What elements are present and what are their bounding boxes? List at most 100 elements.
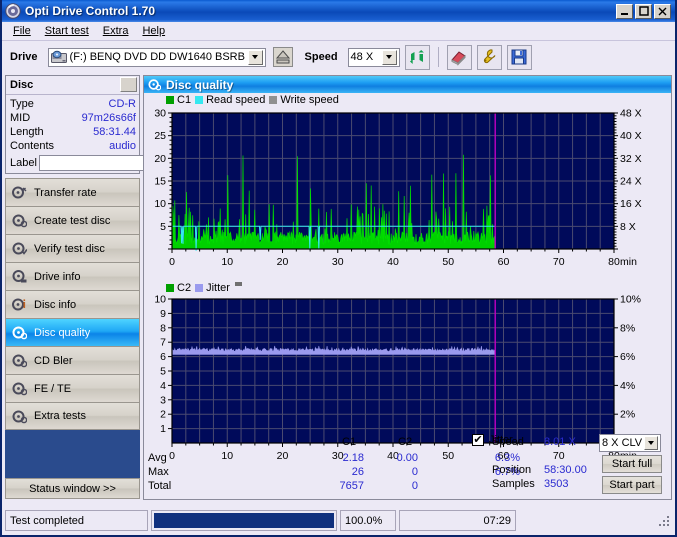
- sidebar-item-fe-te-label: FE / TE: [34, 382, 72, 395]
- start-full-button-label: Start full: [611, 458, 653, 470]
- sidebar-item-disc-quality[interactable]: Disc quality: [5, 318, 140, 346]
- stats-row-avg-c1: 2.18: [342, 452, 364, 464]
- start-full-button[interactable]: Start full: [602, 455, 662, 473]
- transfer-rate-icon: [12, 185, 27, 200]
- legend-write-speed: Write speed: [269, 94, 339, 106]
- svg-text:2: 2: [160, 409, 166, 421]
- menu-start-test[interactable]: Start test: [38, 23, 96, 39]
- svg-text:8 X: 8 X: [620, 221, 636, 233]
- panel-title: Disc quality: [166, 77, 234, 92]
- panel-disc-quality-icon: [148, 78, 162, 91]
- app-window: Opti Drive Control 1.70 File Start test …: [0, 0, 677, 537]
- sidebar-item-disc-info-label: Disc info: [34, 298, 77, 311]
- svg-text:20: 20: [277, 256, 289, 268]
- menu-start-test-label: Start test: [44, 25, 89, 37]
- sidebar-item-drive-info[interactable]: Drive info: [5, 262, 140, 290]
- speed-value: 8.01 X: [544, 436, 576, 448]
- stats-row-avg-label: Avg: [148, 452, 167, 464]
- eject-button[interactable]: [270, 44, 296, 70]
- stats-row-total-label: Total: [148, 480, 172, 492]
- svg-text:5: 5: [160, 366, 166, 378]
- disc-info-icon: [12, 297, 27, 312]
- legend-write-speed-swatch: [269, 96, 278, 104]
- drive-dropdown-arrow[interactable]: [247, 49, 263, 65]
- svg-text:6%: 6%: [620, 351, 635, 363]
- legend-jitter-swatch: [195, 284, 204, 292]
- menu-help[interactable]: Help: [135, 23, 172, 39]
- stats-row-avg-c2: 0.00: [396, 452, 418, 464]
- c1-plot-svg: 5 10 15 20 25 30 8 X 16 X 24 X 32 X 40 X 48 X 0 10 20 3…: [154, 108, 642, 269]
- left-sidebar: Disc Type CD-R MID 97m26s66f Length 58:3…: [2, 73, 207, 502]
- write-mode-select[interactable]: 8 X CLV: [599, 434, 661, 452]
- sidebar-item-transfer-rate-label: Transfer rate: [34, 186, 97, 199]
- disc-field-list: Type CD-R MID 97m26s66f Length 58:31.44 …: [6, 95, 207, 173]
- tools-button[interactable]: [476, 44, 502, 70]
- extra-tests-icon: [12, 409, 28, 424]
- svg-text:48 X: 48 X: [620, 108, 642, 120]
- sidebar-item-transfer-rate[interactable]: Transfer rate: [5, 178, 140, 206]
- save-button[interactable]: [506, 44, 532, 70]
- sidebar-item-verify-test-disc[interactable]: Verify test disc: [5, 234, 140, 262]
- drive-select[interactable]: (F:) BENQ DVD DD DW1640 BSRB: [47, 47, 266, 67]
- speed-dropdown-arrow[interactable]: [381, 49, 397, 65]
- resize-grip[interactable]: [657, 514, 671, 528]
- disc-field-mid-key: MID: [10, 112, 31, 124]
- close-button[interactable]: [654, 3, 671, 19]
- stats-row-total-c2: 0: [411, 480, 418, 492]
- menu-extra[interactable]: Extra: [96, 23, 136, 39]
- menu-bar: File Start test Extra Help: [2, 22, 675, 41]
- stats-row-total-c1: 7657: [339, 480, 364, 492]
- sidebar-item-disc-quality-label: Disc quality: [34, 326, 91, 339]
- sidebar-item-verify-test-disc-label: Verify test disc: [34, 242, 105, 255]
- c1-plot[interactable]: 5 10 15 20 25 30 8 X 16 X 24 X 32 X 40 X 48 X 0 10 20 3…: [144, 107, 671, 279]
- disc-field-type-value: CD-R: [108, 98, 137, 110]
- maximize-button[interactable]: [635, 3, 652, 19]
- minimize-button[interactable]: [616, 3, 633, 19]
- speed-value: 48 X: [350, 51, 374, 63]
- sidebar-item-create-test-disc-label: Create test disc: [34, 214, 111, 227]
- disc-box-collapse-button[interactable]: [120, 77, 137, 92]
- samples-key: Samples: [492, 478, 535, 490]
- c2-chart-legend: C2 Jitter: [144, 281, 671, 295]
- svg-text:32 X: 32 X: [620, 153, 642, 165]
- svg-text:9: 9: [160, 308, 166, 320]
- create-test-disc-icon: [12, 213, 28, 228]
- legend-jitter: Jitter: [195, 282, 242, 294]
- status-window-button[interactable]: Status window >>: [5, 478, 140, 499]
- legend-read-speed: Read speed: [195, 94, 265, 106]
- jitter-checkbox[interactable]: ✔: [472, 434, 484, 446]
- svg-text:15: 15: [154, 176, 166, 188]
- legend-read-speed-swatch: [195, 96, 204, 104]
- drive-icon: [50, 50, 67, 64]
- fe-te-icon: [12, 381, 28, 396]
- speed-select[interactable]: 48 X: [347, 47, 400, 67]
- speed-key: Speed: [492, 436, 524, 448]
- disc-field-contents-value: audio: [109, 140, 136, 152]
- legend-jitter-marker: [234, 282, 242, 286]
- main-body: Disc Type CD-R MID 97m26s66f Length 58:3…: [2, 73, 675, 502]
- write-mode-dropdown-arrow[interactable]: [644, 436, 658, 450]
- sidebar-item-disc-info[interactable]: Disc info: [5, 290, 140, 318]
- refresh-button[interactable]: [404, 44, 430, 70]
- stats-row-max-label: Max: [148, 466, 169, 478]
- svg-text:8: 8: [160, 322, 166, 334]
- legend-c2: C2: [166, 282, 191, 294]
- svg-text:24 X: 24 X: [620, 176, 642, 188]
- svg-text:7: 7: [160, 337, 166, 349]
- charts-area: C1 Read speed Write speed 5 10 15 20 25 30 8 X…: [144, 93, 671, 499]
- toolbar: Drive (F:) BENQ DVD DD DW1640 BSRB Speed…: [2, 41, 675, 73]
- menu-extra-label: Extra: [102, 25, 129, 37]
- window-title: Opti Drive Control 1.70: [25, 4, 156, 18]
- sidebar-item-drive-info-label: Drive info: [34, 270, 81, 283]
- sidebar-item-create-test-disc[interactable]: Create test disc: [5, 206, 140, 234]
- svg-text:10: 10: [154, 198, 166, 210]
- sidebar-item-extra-tests[interactable]: Extra tests: [5, 402, 140, 430]
- start-part-button[interactable]: Start part: [602, 476, 662, 494]
- legend-c2-label: C2: [177, 282, 192, 294]
- menu-file[interactable]: File: [6, 23, 38, 39]
- sidebar-item-cd-bler[interactable]: CD Bler: [5, 346, 140, 374]
- disc-field-contents: Contents audio: [10, 139, 136, 153]
- erase-button[interactable]: [446, 44, 472, 70]
- disc-box-title: Disc: [10, 78, 34, 91]
- sidebar-item-fe-te[interactable]: FE / TE: [5, 374, 140, 402]
